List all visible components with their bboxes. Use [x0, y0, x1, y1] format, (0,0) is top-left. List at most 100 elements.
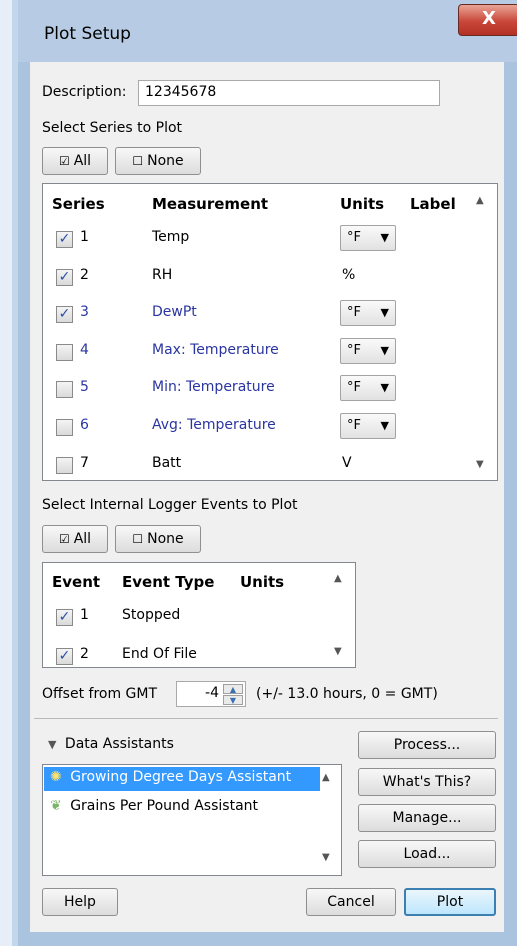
units-select[interactable]: °F ▼ — [340, 413, 396, 439]
series-none-label: None — [147, 153, 184, 169]
offset-value: -4 — [205, 685, 219, 701]
series-header: Series — [52, 195, 105, 213]
triangle-down-icon: ▼ — [48, 738, 57, 751]
series-number: 1 — [80, 229, 89, 245]
events-none-label: None — [147, 531, 184, 547]
description-input[interactable]: 12345678 — [138, 80, 440, 106]
series-number: 7 — [80, 455, 89, 471]
series-number: 6 — [80, 417, 89, 433]
event-number: 1 — [80, 607, 89, 623]
series-checkbox[interactable] — [56, 344, 73, 361]
units-select[interactable]: °F ▼ — [340, 225, 396, 251]
assistant-label: Grains Per Pound Assistant — [70, 798, 259, 814]
event-header: Event — [52, 573, 101, 591]
spinner-down-icon[interactable]: ▼ — [223, 695, 243, 705]
dropdown-arrow-icon: ▼ — [380, 344, 389, 357]
series-measurement[interactable]: Max: Temperature — [152, 342, 279, 358]
event-number: 2 — [80, 646, 89, 662]
series-checkbox[interactable]: ✓ — [56, 306, 73, 323]
description-label: Description: — [42, 84, 127, 100]
cancel-button[interactable]: Cancel — [306, 888, 396, 916]
units-select-value: °F — [347, 305, 361, 320]
series-scroll-up-icon[interactable]: ▲ — [476, 195, 484, 206]
offset-label: Offset from GMT — [42, 686, 158, 702]
event-type: End Of File — [122, 646, 197, 662]
series-measurement: Temp — [152, 229, 190, 245]
sun-flower-icon: ✺ — [50, 769, 62, 785]
series-measurement: RH — [152, 267, 173, 283]
close-button[interactable]: X — [458, 4, 517, 36]
assistants-scroll-up-icon[interactable]: ▲ — [322, 772, 330, 783]
units-select[interactable]: °F ▼ — [340, 300, 396, 326]
assistant-item-grains-per-pound[interactable]: ❦ Grains Per Pound Assistant — [50, 798, 258, 814]
series-checkbox[interactable]: ✓ — [56, 269, 73, 286]
help-button[interactable]: Help — [42, 888, 118, 916]
title-bar: Plot Setup X — [18, 0, 517, 62]
series-number: 4 — [80, 342, 89, 358]
dropdown-arrow-icon: ▼ — [380, 419, 389, 432]
series-number: 2 — [80, 267, 89, 283]
series-scroll-down-icon[interactable]: ▼ — [476, 459, 484, 470]
check-all-icon: ☑ — [58, 532, 70, 546]
events-scroll-down-icon[interactable]: ▼ — [334, 646, 342, 657]
dropdown-arrow-icon: ▼ — [380, 306, 389, 319]
event-type-header: Event Type — [122, 573, 215, 591]
assistant-item-growing-degree-days[interactable]: ✺ Growing Degree Days Assistant — [50, 769, 291, 785]
measurement-header: Measurement — [152, 195, 269, 213]
spinner-up-icon[interactable]: ▲ — [223, 684, 243, 694]
series-all-button[interactable]: ☑ All — [42, 147, 108, 175]
units-select[interactable]: °F ▼ — [340, 375, 396, 401]
window-left-border — [12, 0, 18, 946]
units-select[interactable]: °F ▼ — [340, 338, 396, 364]
units-text: % — [342, 267, 356, 283]
events-none-button[interactable]: ☐ None — [115, 525, 201, 553]
units-select-value: °F — [347, 343, 361, 358]
assistants-title: Data Assistants — [64, 736, 174, 752]
whats-this-button[interactable]: What's This? — [358, 768, 496, 796]
units-header: Units — [340, 195, 385, 213]
assistants-toggle[interactable]: ▼ Data Assistants — [48, 736, 174, 752]
event-units-header: Units — [240, 573, 285, 591]
series-checkbox[interactable] — [56, 457, 73, 474]
window-left-edge — [0, 0, 12, 946]
series-none-button[interactable]: ☐ None — [115, 147, 201, 175]
series-checkbox[interactable]: ✓ — [56, 231, 73, 248]
series-section-title: Select Series to Plot — [42, 120, 183, 136]
assistants-scroll-down-icon[interactable]: ▼ — [322, 852, 330, 863]
units-select-value: °F — [347, 418, 361, 433]
plot-setup-window: Plot Setup X Description: 12345678 Selec… — [0, 0, 517, 946]
check-none-icon: ☐ — [132, 532, 144, 546]
check-none-icon: ☐ — [132, 154, 144, 168]
window-title: Plot Setup — [44, 24, 131, 44]
event-checkbox[interactable]: ✓ — [56, 609, 73, 626]
load-button[interactable]: Load... — [358, 840, 496, 868]
events-all-label: All — [73, 531, 92, 547]
units-select-value: °F — [347, 230, 361, 245]
offset-spinner[interactable]: -4 ▲ ▼ — [176, 681, 246, 707]
manage-button[interactable]: Manage... — [358, 804, 496, 832]
series-number: 5 — [80, 379, 89, 395]
events-scroll-up-icon[interactable]: ▲ — [334, 573, 342, 584]
offset-hint: (+/- 13.0 hours, 0 = GMT) — [256, 686, 438, 702]
label-header: Label — [410, 195, 456, 213]
process-button[interactable]: Process... — [358, 731, 496, 759]
series-measurement: Batt — [152, 455, 182, 471]
events-section-title: Select Internal Logger Events to Plot — [42, 497, 298, 513]
events-all-button[interactable]: ☑ All — [42, 525, 108, 553]
units-select-value: °F — [347, 380, 361, 395]
dropdown-arrow-icon: ▼ — [380, 231, 389, 244]
event-checkbox[interactable]: ✓ — [56, 648, 73, 665]
series-measurement[interactable]: Avg: Temperature — [152, 417, 276, 433]
series-all-label: All — [73, 153, 92, 169]
check-all-icon: ☑ — [58, 154, 70, 168]
series-number: 3 — [80, 304, 89, 320]
leaf-icon: ❦ — [50, 798, 62, 814]
event-type: Stopped — [122, 607, 181, 623]
series-checkbox[interactable] — [56, 381, 73, 398]
dropdown-arrow-icon: ▼ — [380, 381, 389, 394]
series-measurement[interactable]: DewPt — [152, 304, 197, 320]
plot-button[interactable]: Plot — [404, 888, 496, 916]
units-text: V — [342, 455, 352, 471]
series-checkbox[interactable] — [56, 419, 73, 436]
series-measurement[interactable]: Min: Temperature — [152, 379, 275, 395]
